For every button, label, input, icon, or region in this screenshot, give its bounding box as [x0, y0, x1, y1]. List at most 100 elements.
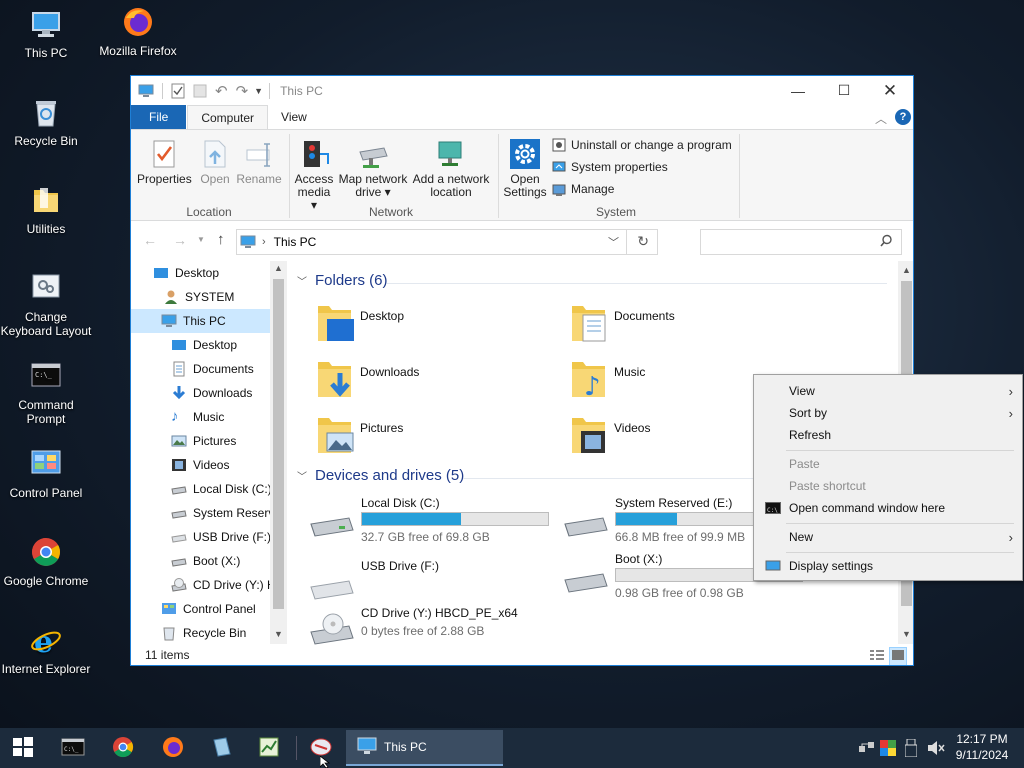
folder-downloads[interactable]: Downloads: [315, 357, 419, 405]
nav-item-control-panel[interactable]: Control Panel: [161, 597, 256, 621]
desktop-icon-this-pc[interactable]: This PC: [0, 8, 92, 60]
properties-check-icon[interactable]: [171, 83, 185, 99]
address-bar[interactable]: › This PC ﹀ ↻: [236, 229, 658, 255]
drive-usb-f[interactable]: USB Drive (F:): [309, 559, 559, 609]
menu-item-sort-by[interactable]: Sort by ›: [755, 402, 1021, 424]
folder-music[interactable]: ♪ Music: [569, 357, 645, 405]
undo-icon[interactable]: ↶: [215, 82, 228, 100]
rename-button[interactable]: Rename: [235, 138, 283, 186]
open-button[interactable]: Open: [195, 138, 235, 186]
menu-item-open-command-window[interactable]: C:\ Open command window here: [755, 497, 1021, 519]
details-view-icon[interactable]: [869, 648, 885, 665]
desktop-icon-recycle-bin[interactable]: Recycle Bin: [0, 96, 92, 148]
nav-item-music[interactable]: ♪ Music: [171, 405, 224, 429]
breadcrumb[interactable]: This PC: [274, 235, 317, 249]
scroll-up-icon[interactable]: ▲: [902, 265, 911, 275]
nav-item-downloads[interactable]: Downloads: [171, 381, 252, 405]
chevron-down-icon[interactable]: ▼: [254, 86, 263, 96]
close-button[interactable]: ✕: [867, 76, 913, 105]
desktop-icon-utilities[interactable]: Utilities: [0, 184, 92, 236]
refresh-icon[interactable]: ↻: [637, 233, 649, 250]
manage-button[interactable]: Manage: [552, 179, 614, 199]
nav-item-desktop-root[interactable]: Desktop: [153, 261, 271, 285]
start-button[interactable]: [0, 728, 46, 768]
back-arrow-icon[interactable]: ←: [143, 232, 157, 248]
access-media-button[interactable]: Access media ▾: [294, 138, 334, 212]
nav-scrollbar[interactable]: ▲ ▼: [270, 261, 287, 644]
desktop-icon-label: This PC: [24, 46, 68, 60]
taskbar-firefox[interactable]: [150, 728, 196, 768]
nav-item-system-reserved[interactable]: System Reserve: [171, 501, 281, 525]
taskbar-utility-app[interactable]: [198, 728, 244, 768]
scroll-down-icon[interactable]: ▼: [274, 629, 283, 639]
folders-section-header[interactable]: ﹀ Folders (6): [297, 272, 388, 289]
desktop-icon-chrome[interactable]: Google Chrome: [0, 536, 92, 588]
taskbar-chart-app[interactable]: [246, 728, 292, 768]
devices-section-header[interactable]: ﹀ Devices and drives (5): [297, 467, 464, 484]
folder-icon: [30, 184, 62, 216]
network-status-icon[interactable]: [858, 740, 876, 759]
usb-icon[interactable]: [904, 738, 918, 760]
redo-icon[interactable]: ↷: [236, 82, 249, 100]
folder-desktop[interactable]: Desktop: [315, 301, 404, 349]
nav-item-local-disk[interactable]: Local Disk (C:): [171, 477, 272, 501]
new-folder-icon[interactable]: [193, 83, 207, 99]
help-icon[interactable]: ?: [895, 109, 911, 125]
color-settings-icon[interactable]: [880, 740, 896, 759]
nav-item-usb-drive[interactable]: USB Drive (F:): [171, 525, 271, 549]
breadcrumb-separator-icon[interactable]: ›: [262, 236, 266, 248]
nav-item-this-pc[interactable]: This PC: [131, 309, 270, 333]
menu-item-paste-shortcut[interactable]: Paste shortcut: [755, 475, 1021, 497]
folder-documents[interactable]: Documents: [569, 301, 675, 349]
menu-item-refresh[interactable]: Refresh: [755, 424, 1021, 446]
tab-view[interactable]: View: [268, 105, 320, 129]
collapse-ribbon-icon[interactable]: ︿: [875, 110, 887, 127]
chevron-down-icon[interactable]: ﹀: [608, 234, 619, 250]
chevron-down-icon[interactable]: ﹀: [297, 468, 307, 483]
desktop-icon-command-prompt[interactable]: C:\_ Command Prompt: [0, 360, 92, 426]
folder-pictures[interactable]: Pictures: [315, 413, 403, 461]
minimize-button[interactable]: —: [775, 76, 821, 105]
nav-item-desktop[interactable]: Desktop: [171, 333, 237, 357]
forward-arrow-icon[interactable]: →: [173, 232, 187, 248]
taskbar-this-pc[interactable]: This PC: [346, 730, 503, 766]
scroll-down-icon[interactable]: ▼: [902, 629, 911, 639]
system-properties-button[interactable]: System properties: [552, 157, 668, 177]
desktop-icon-internet-explorer[interactable]: e Internet Explorer: [0, 624, 92, 676]
properties-button[interactable]: Properties: [137, 138, 192, 186]
map-network-drive-button[interactable]: Map network drive ▾: [337, 138, 409, 199]
volume-muted-icon[interactable]: [927, 740, 945, 759]
taskbar-command-prompt[interactable]: C:\_: [50, 728, 96, 768]
drive-local-disk-c-entry[interactable]: Local Disk (C:) 32.7 GB free of 69.8 GB: [309, 496, 559, 546]
large-icons-view-icon[interactable]: [889, 647, 907, 665]
desktop-icon-firefox[interactable]: Mozilla Firefox: [92, 6, 184, 58]
taskbar-chrome[interactable]: [100, 728, 146, 768]
nav-item-videos[interactable]: Videos: [171, 453, 229, 477]
nav-item-boot[interactable]: Boot (X:): [171, 549, 240, 573]
maximize-button[interactable]: ☐: [821, 76, 867, 105]
add-network-location-button[interactable]: Add a network location: [411, 138, 491, 199]
uninstall-program-button[interactable]: Uninstall or change a program: [552, 135, 732, 155]
nav-item-documents[interactable]: Documents: [171, 357, 254, 381]
menu-item-new[interactable]: New ›: [755, 526, 1021, 548]
chevron-down-icon[interactable]: ﹀: [297, 273, 307, 288]
nav-item-cd-drive[interactable]: CD Drive (Y:) H: [171, 573, 276, 597]
menu-item-view[interactable]: View ›: [755, 380, 1021, 402]
nav-item-system-user[interactable]: SYSTEM: [163, 285, 271, 309]
open-settings-button[interactable]: Open Settings: [503, 138, 547, 199]
recent-locations-icon[interactable]: ▼: [197, 235, 205, 244]
tab-computer[interactable]: Computer: [187, 105, 269, 129]
menu-item-display-settings[interactable]: Display settings: [755, 555, 1021, 577]
tab-file[interactable]: File: [131, 105, 187, 129]
folder-videos[interactable]: Videos: [569, 413, 650, 461]
clock[interactable]: 12:17 PM 9/11/2024: [950, 731, 1014, 763]
menu-item-paste[interactable]: Paste: [755, 453, 1021, 475]
up-arrow-icon[interactable]: ↑: [217, 231, 225, 248]
search-input[interactable]: [700, 229, 902, 255]
desktop-icon-control-panel[interactable]: Control Panel: [0, 448, 92, 500]
scrollbar-thumb[interactable]: [273, 279, 284, 609]
nav-item-pictures[interactable]: Pictures: [171, 429, 236, 453]
desktop-icon-change-keyboard-layout[interactable]: Change Keyboard Layout: [0, 272, 92, 338]
nav-item-recycle-bin[interactable]: Recycle Bin: [161, 621, 246, 644]
scroll-up-icon[interactable]: ▲: [274, 263, 283, 273]
